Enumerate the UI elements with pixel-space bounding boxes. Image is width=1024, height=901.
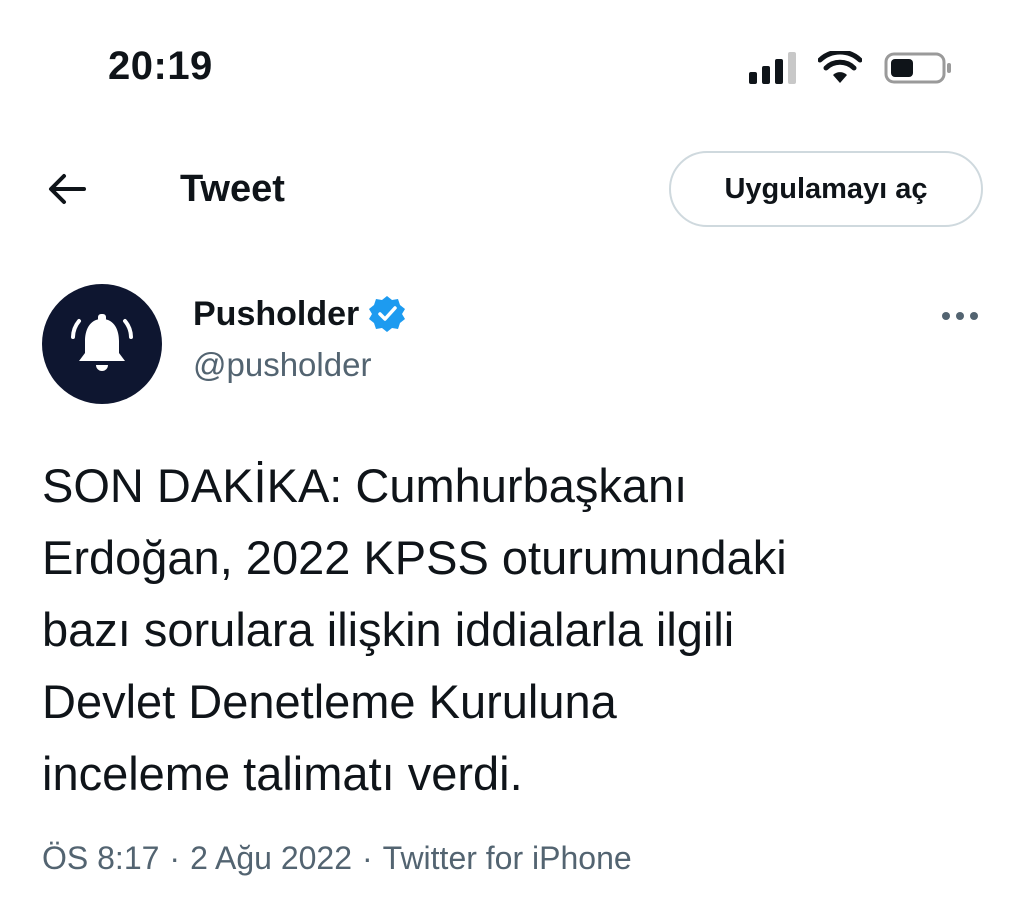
status-time: 20:19 [108, 44, 213, 88]
page-title: Tweet [180, 168, 285, 210]
battery-icon [884, 52, 951, 84]
status-icons [749, 50, 954, 86]
tweet-page: 20:19 Tweet Uygulamayı aç Pusholder @pus… [0, 0, 1024, 901]
meta-separator: · [169, 840, 181, 876]
tweet-text: SON DAKİKA: Cumhurbaşkanı Erdoğan, 2022 … [42, 459, 787, 800]
tweet-date[interactable]: 2 Ağu 2022 [190, 840, 352, 877]
tweet-meta: ÖS 8:17 · 2 Ağu 2022 · Twitter for iPhon… [42, 840, 632, 877]
back-arrow-icon[interactable] [46, 168, 88, 210]
author-handle[interactable]: @pusholder [193, 346, 371, 384]
avatar[interactable] [42, 284, 162, 404]
meta-separator: · [362, 840, 373, 876]
verified-badge-icon [369, 296, 406, 332]
author-name[interactable]: Pusholder [193, 295, 359, 334]
bell-icon [71, 314, 133, 371]
cellular-signal-icon [749, 52, 796, 84]
tweet-time[interactable]: ÖS 8:17 [42, 840, 159, 877]
author-name-row[interactable]: Pusholder [193, 294, 407, 334]
tweet-source[interactable]: Twitter for iPhone [383, 840, 632, 877]
open-app-button[interactable]: Uygulamayı aç [669, 151, 983, 227]
wifi-icon [818, 51, 862, 83]
more-options-icon[interactable] [940, 310, 980, 322]
